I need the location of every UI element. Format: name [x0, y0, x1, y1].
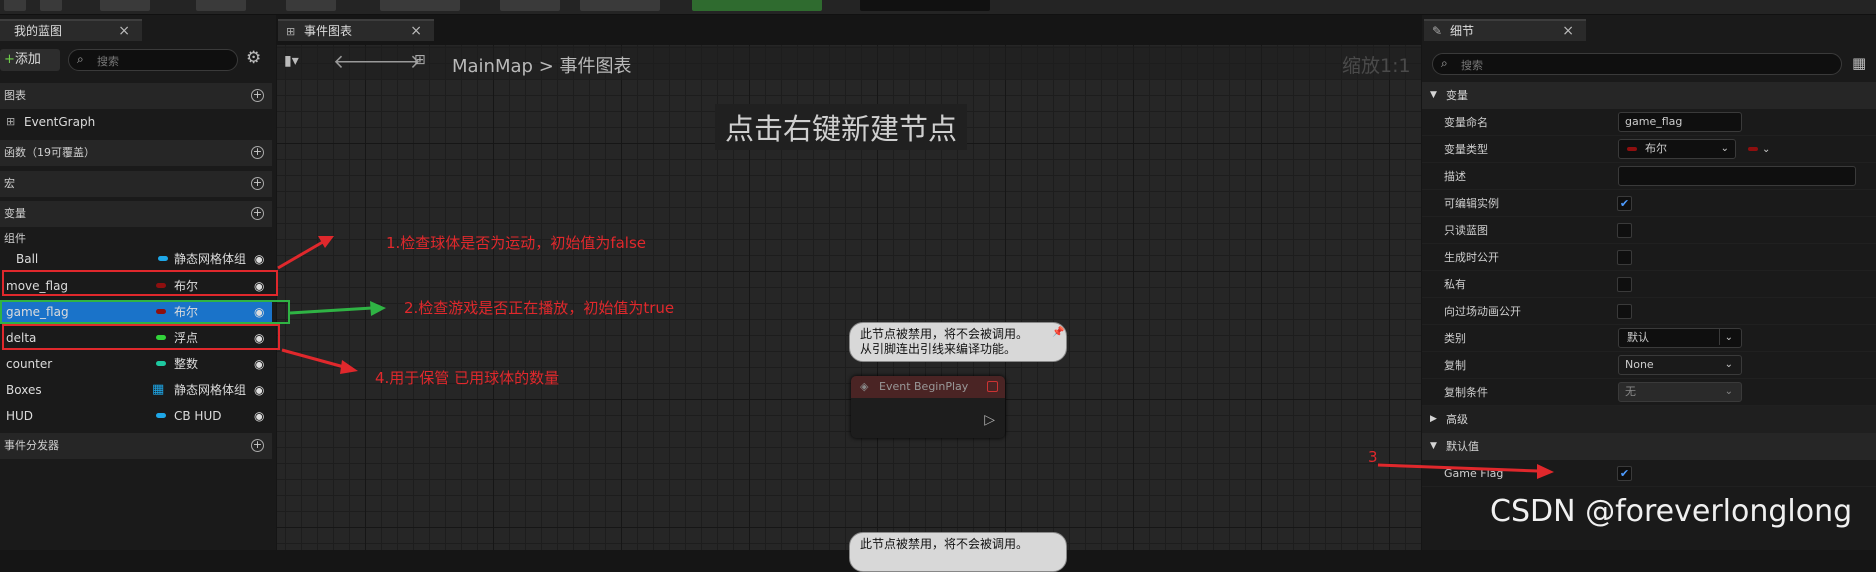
- annotation-2: 2.检查游戏是否正在播放，初始值为true: [404, 299, 675, 317]
- arrowhead-3: [1537, 464, 1554, 479]
- arrow-2: [289, 306, 373, 315]
- annotation-3: 3: [1368, 448, 1378, 466]
- arrow-1: [277, 237, 329, 270]
- annotation-4: 4.用于保管 已用球体的数量: [375, 369, 560, 387]
- arrowhead-2: [370, 301, 386, 316]
- watermark: CSDN @foreverlonglong: [1490, 494, 1853, 529]
- arrow-3: [1377, 463, 1539, 473]
- arrowhead-4: [340, 360, 358, 374]
- arrow-4: [281, 348, 345, 369]
- annotation-1: 1.检查球体是否为运动，初始值为false: [386, 234, 646, 252]
- annotation-arrows: [277, 236, 1554, 479]
